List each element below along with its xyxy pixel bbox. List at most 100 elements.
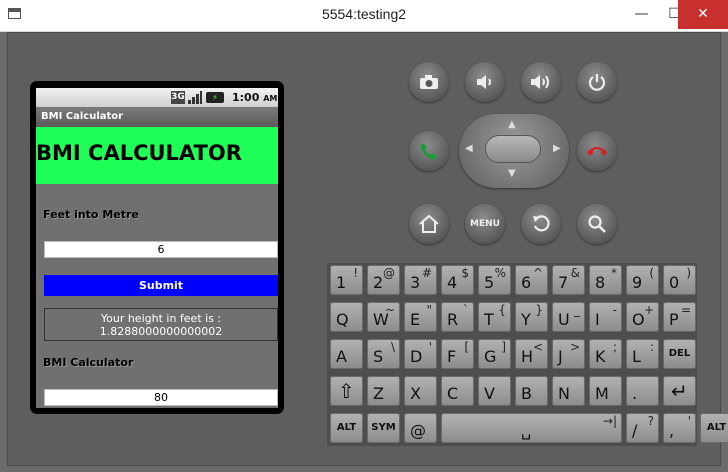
key-label: 5 [484,273,495,292]
key-c-3-3[interactable]: C [441,376,474,406]
key-9-0-8[interactable]: 9( [626,265,659,295]
key-label: Y [521,310,531,329]
key-n-3-6[interactable]: N [552,376,585,406]
key-alt-label: % [494,266,506,280]
key-label: 8 [595,273,606,292]
key-label: , [669,421,675,440]
key-alt-label: < [532,340,543,354]
key-l-2-8[interactable]: L: [626,339,659,369]
key-alt-label: ~ [384,303,395,317]
key-v-3-4[interactable]: V [478,376,511,406]
key-w-1-1[interactable]: W ~ [367,302,400,332]
enter-key-3-9[interactable]: ↵ [663,376,696,406]
shift-key-3-0[interactable]: ⇧ [330,376,363,406]
end-call-button[interactable] [577,131,617,171]
key-u-1-6[interactable]: U _ [552,302,585,332]
key-q-1-0[interactable]: Q [330,302,363,332]
submit-button[interactable]: Submit [44,275,278,296]
key-label: B [521,384,532,403]
key-8-0-7[interactable]: 8 * [589,265,622,295]
key-sym-4-5[interactable]: , ' [663,413,696,443]
key-r-1-3[interactable]: R ` [441,302,474,332]
key-m-3-7[interactable]: M [589,376,622,406]
menu-button[interactable]: MENU [465,204,505,244]
delete-key-2-9[interactable]: DEL [663,339,696,369]
key-4-0-3[interactable]: 4 $ [441,265,474,295]
key-alt-label: ? [647,414,654,428]
app-title-bar: BMI Calculator [36,107,278,127]
key-x-3-2[interactable]: X [404,376,437,406]
key-label: V [484,384,495,403]
volume-up-button[interactable] [521,62,561,102]
key-5-0-4[interactable]: 5% [478,265,511,295]
key-3-0-2[interactable]: 3 # [404,265,437,295]
battery-charging-icon: ⚡ [206,92,224,103]
camera-button[interactable] [409,62,449,102]
key-label: R [447,310,459,329]
close-button[interactable]: ✕ [678,0,728,29]
key-a-2-0[interactable]: A [330,339,363,369]
volume-down-button[interactable] [465,62,505,102]
key-sym-4-4[interactable]: /? [626,413,659,443]
key-7-0-6[interactable]: 7 & [552,265,585,295]
space-key-4-3[interactable]: ␣ →| [441,413,622,443]
key-alt-label: [ [464,340,469,354]
key-label: M [595,384,609,403]
key-e-1-2[interactable]: E " [404,302,437,332]
key-1-0-0[interactable]: 1! [330,265,363,295]
key-h-2-5[interactable]: H < [515,339,548,369]
key-t-1-4[interactable]: T{ [478,302,511,332]
call-button[interactable] [409,131,449,171]
dpad-up-icon[interactable]: ▲ [508,120,516,130]
minimize-button[interactable]: — [625,0,658,29]
alt-key-4-6[interactable]: ALT [700,413,728,443]
key-alt-label: ^ [532,266,543,280]
key-j-2-6[interactable]: J > [552,339,585,369]
key-alt-label: + [643,303,654,317]
key-alt-label: $ [461,266,469,280]
key-d-2-2[interactable]: D ' [404,339,437,369]
weight-input[interactable]: 80 [44,389,278,406]
dpad-right-icon[interactable]: ▶ [553,144,561,154]
alt-key-4-0[interactable]: ALT [330,413,363,443]
clock-time: 1:00 [232,91,260,104]
key-0-0-9[interactable]: 0) [663,265,696,295]
key-label: A [336,347,347,366]
key-label: 1 [336,273,347,292]
key-2-0-1[interactable]: 2 @ [367,265,400,295]
key-f-2-3[interactable]: F[ [441,339,474,369]
key-g-2-4[interactable]: G] [478,339,511,369]
back-button[interactable] [521,204,561,244]
feet-input[interactable]: 6 [44,241,278,258]
key-label: . [632,384,638,403]
key-s-2-1[interactable]: S \ [367,339,400,369]
key-alt-label: # [421,266,432,280]
dpad-down-icon[interactable]: ▼ [508,169,516,179]
key-y-1-5[interactable]: Y} [515,302,548,332]
dpad-left-icon[interactable]: ◀ [465,144,473,154]
key-b-3-5[interactable]: B [515,376,548,406]
dpad-center-button[interactable] [485,135,541,163]
key-alt-label: \ [390,340,395,354]
key-p-1-9[interactable]: P = [663,302,696,332]
key-sym-3-8[interactable]: . [626,376,659,406]
home-button[interactable] [409,204,449,244]
key-o-1-8[interactable]: O + [626,302,659,332]
key-label: 7 [558,273,569,292]
key-label: 2 [373,273,384,292]
key-label: H [521,347,534,366]
key-k-2-7[interactable]: K; [589,339,622,369]
key-i-1-7[interactable]: I- [589,302,622,332]
sym-key-4-1[interactable]: SYM [367,413,400,443]
key-z-3-1[interactable]: Z [367,376,400,406]
key-sym-4-2[interactable]: @ [404,413,437,443]
key-label: K [595,347,606,366]
key-label: 6 [521,273,532,292]
key-6-0-5[interactable]: 6 ^ [515,265,548,295]
search-button[interactable] [577,204,617,244]
key-alt-label: @ [383,266,395,280]
key-label: 3 [410,273,421,292]
key-label: / [632,421,638,440]
power-button[interactable] [577,62,617,102]
key-label: ↵ [671,379,688,403]
